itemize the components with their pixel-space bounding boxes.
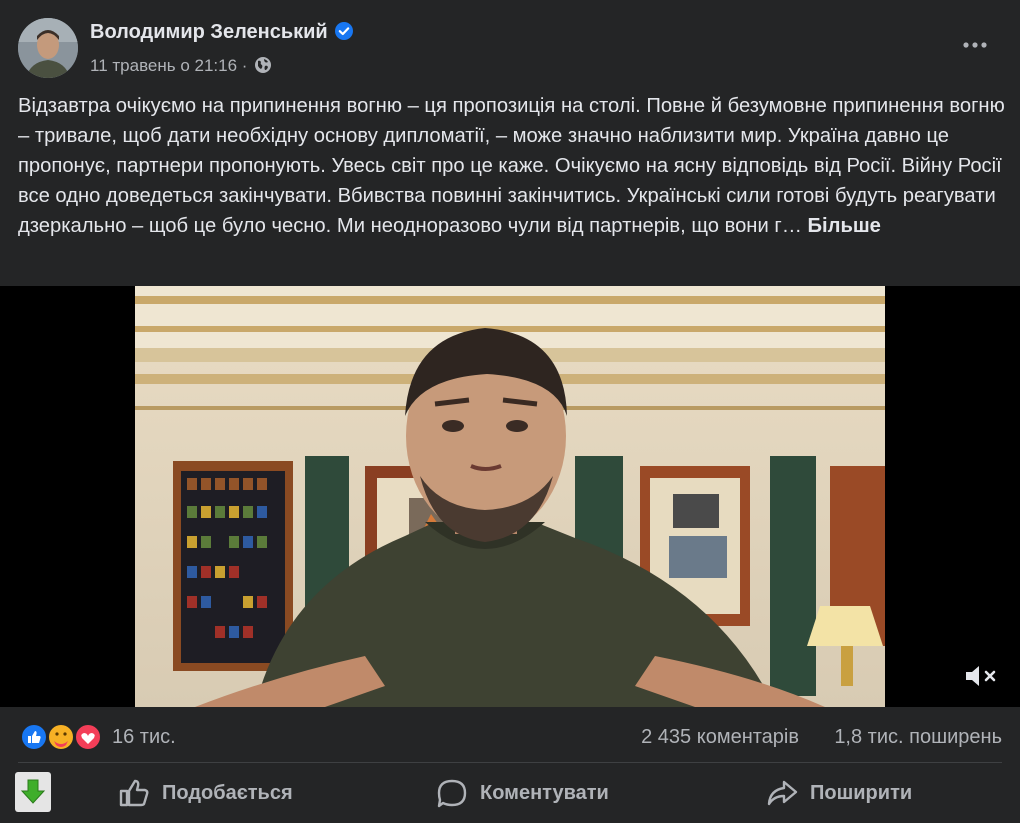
verified-badge-icon bbox=[334, 22, 353, 40]
see-more-link[interactable]: Більше bbox=[808, 215, 881, 237]
avatar-image bbox=[18, 18, 78, 78]
video-player[interactable] bbox=[0, 286, 1020, 707]
shares-count[interactable]: 1,8 тис. поширень bbox=[834, 726, 1002, 749]
author-avatar[interactable] bbox=[18, 18, 78, 78]
post-text: Відзавтра очікуємо на припинення вогню –… bbox=[18, 91, 1008, 241]
comment-label: Коментувати bbox=[480, 781, 609, 804]
share-button[interactable]: Поширити bbox=[766, 763, 912, 823]
post-header: Володимир Зеленський 11 травень о 21:16 … bbox=[0, 0, 1020, 90]
share-label: Поширити bbox=[810, 781, 913, 804]
comments-count[interactable]: 2 435 коментарів bbox=[641, 726, 799, 749]
post-timestamp[interactable]: 11 травень о 21:16 · bbox=[90, 56, 247, 75]
like-button[interactable]: Подобається bbox=[118, 763, 293, 823]
comment-icon bbox=[437, 779, 467, 808]
reactions-summary-icon[interactable] bbox=[20, 723, 104, 751]
video-thumbnail bbox=[135, 286, 885, 707]
globe-icon bbox=[255, 57, 272, 73]
post-actions: Подобається Коментувати Поширити bbox=[0, 763, 1020, 823]
speaker-muted-icon[interactable] bbox=[964, 662, 998, 690]
more-options-icon[interactable] bbox=[960, 30, 990, 60]
video-frame[interactable] bbox=[135, 286, 885, 707]
download-arrow-icon bbox=[20, 779, 46, 804]
share-icon bbox=[767, 780, 798, 806]
download-extension-button[interactable] bbox=[15, 772, 51, 812]
author-name-text[interactable]: Володимир Зеленський bbox=[90, 21, 328, 43]
like-label: Подобається bbox=[162, 781, 293, 804]
post-meta: 11 травень о 21:16 · bbox=[90, 56, 272, 76]
comment-button[interactable]: Коментувати bbox=[436, 763, 609, 823]
author-name[interactable]: Володимир Зеленський bbox=[90, 21, 354, 44]
reactions-count[interactable]: 16 тис. bbox=[112, 726, 176, 749]
post-stats: 16 тис. 2 435 коментарів 1,8 тис. пошире… bbox=[0, 715, 1020, 760]
like-icon bbox=[119, 779, 149, 807]
